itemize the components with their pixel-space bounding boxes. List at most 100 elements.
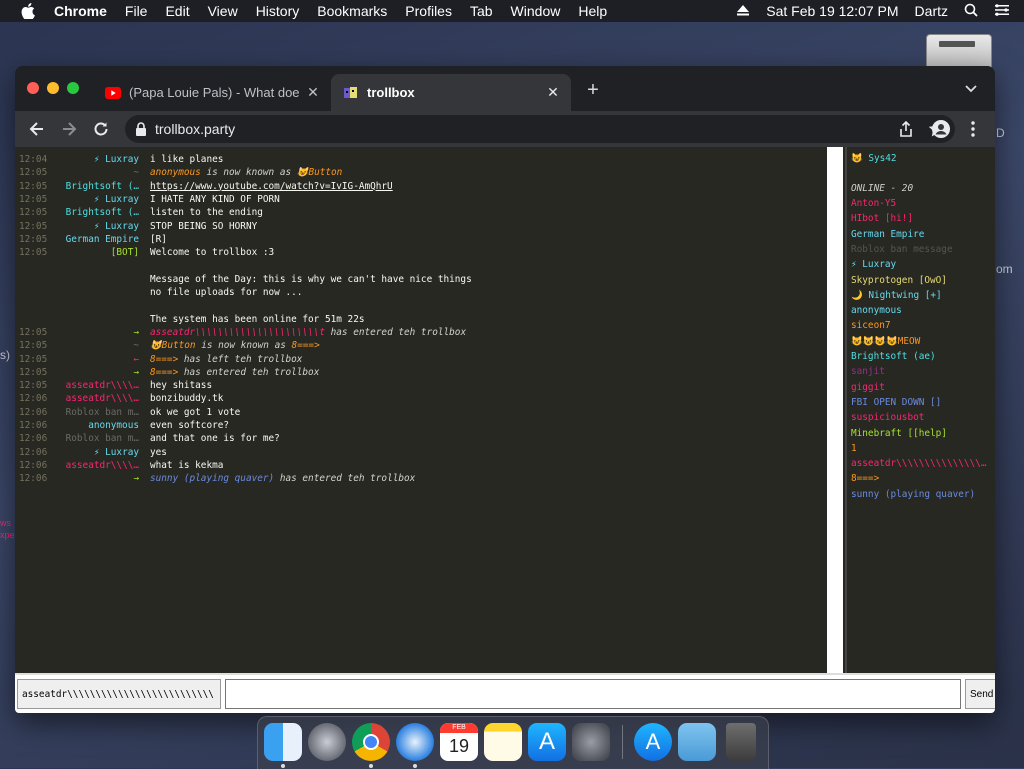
menu-file[interactable]: File [125, 3, 148, 19]
online-user[interactable]: 1 [851, 442, 991, 456]
chat-message-row: 12:06 Roblox ban m… and that one is for me… [15, 432, 827, 445]
downloads-folder-icon[interactable] [678, 723, 716, 761]
message-author[interactable]: ⚡ Luxray [55, 193, 139, 206]
minimize-window-button[interactable] [47, 82, 59, 94]
message-author[interactable]: ⚡ Luxray [55, 446, 139, 459]
menu-app-name[interactable]: Chrome [54, 3, 107, 19]
chat-log[interactable]: 12:04 ⚡ Luxray i like planes 12:05 ~ anonymou… [15, 147, 827, 673]
online-user[interactable]: asseatdr\\\\\\\\\\\\\\\\\\\\ [851, 457, 991, 471]
message-text: Message of the Day: this is why we can't… [150, 273, 472, 286]
online-user[interactable]: HIbot [hi!] [851, 212, 991, 226]
message-author[interactable]: Roblox ban m… [55, 406, 139, 419]
chrome-icon[interactable] [352, 723, 390, 761]
notes-icon[interactable] [484, 723, 522, 761]
message-author[interactable]: ⚡ Luxray [55, 220, 139, 233]
online-user[interactable]: Roblox ban message [851, 243, 991, 257]
trash-icon[interactable] [726, 723, 756, 761]
message-author[interactable]: German Empire [55, 233, 139, 246]
online-user[interactable]: anonymous [851, 304, 991, 318]
message-author[interactable]: asseatdr\\\\… [55, 379, 139, 392]
trollbox-icon [343, 86, 359, 100]
message-author[interactable]: → [55, 326, 139, 339]
app-store-icon[interactable]: A [634, 723, 672, 761]
message-link[interactable]: https://www.youtube.com/watch?v=IvIG-AmQ… [150, 181, 393, 192]
desktop-label-fragment: D [996, 126, 1005, 140]
message-author[interactable]: → [55, 472, 139, 485]
online-user[interactable]: German Empire [851, 228, 991, 242]
tab-title: (Papa Louie Pals) - What does [129, 85, 299, 100]
apple-icon[interactable] [20, 2, 36, 20]
message-author[interactable]: ← [55, 353, 139, 366]
message-author[interactable]: Roblox ban m… [55, 432, 139, 445]
online-user[interactable]: Brightsoft (ae) [851, 350, 991, 364]
online-user[interactable]: Minebraft [[help] [851, 427, 991, 441]
reload-button[interactable] [91, 119, 111, 139]
close-window-button[interactable] [27, 82, 39, 94]
message-text[interactable]: https://www.youtube.com/watch?v=IvIG-AmQ… [150, 180, 393, 193]
message-author[interactable]: Brightsoft (… [55, 180, 139, 193]
online-user[interactable]: sunny (playing quaver) [851, 488, 991, 502]
nickname-field[interactable]: asseatdr\\\\\\\\\\\\\\\\\\\\\\\\\\ [17, 679, 221, 709]
launchpad-icon[interactable] [308, 723, 346, 761]
user-name[interactable]: Dartz [915, 3, 948, 19]
url-text[interactable]: trollbox.party [155, 121, 235, 137]
eject-icon[interactable] [736, 3, 750, 19]
menu-bookmarks[interactable]: Bookmarks [317, 3, 387, 19]
lock-icon[interactable] [135, 122, 147, 136]
new-nickname: 8===> [291, 340, 320, 352]
online-user[interactable]: FBI OPEN DOWN [] [851, 396, 991, 410]
back-button[interactable] [27, 119, 47, 139]
message-author[interactable]: ⚡ Luxray [55, 153, 139, 166]
clock[interactable]: Sat Feb 19 12:07 PM [766, 3, 898, 19]
online-user[interactable]: suspiciousbot [851, 411, 991, 425]
close-tab-icon[interactable]: ✕ [305, 84, 321, 100]
finder-icon[interactable] [264, 723, 302, 761]
tab-youtube[interactable]: (Papa Louie Pals) - What does ✕ [95, 74, 331, 111]
system-preferences-icon[interactable] [572, 723, 610, 761]
message-author[interactable]: ~ [55, 339, 139, 352]
online-user[interactable]: siceon7 [851, 319, 991, 333]
more-menu-icon[interactable] [963, 119, 983, 139]
forward-button[interactable] [59, 119, 79, 139]
address-bar[interactable]: trollbox.party [125, 115, 955, 143]
spotlight-icon[interactable] [964, 3, 978, 20]
online-user[interactable]: 8===> [851, 472, 991, 486]
online-user[interactable]: sanjit [851, 365, 991, 379]
online-user[interactable]: 😺😺😺😺MEOW [851, 335, 991, 349]
message-author[interactable]: → [55, 366, 139, 379]
online-user[interactable]: Anton-Y5 [851, 197, 991, 211]
message-body: 8===> [150, 366, 179, 378]
zoom-window-button[interactable] [67, 82, 79, 94]
chat-scrollbar[interactable] [827, 147, 843, 673]
control-center-icon[interactable] [994, 3, 1010, 20]
message-author[interactable]: anonymous [55, 419, 139, 432]
share-icon[interactable] [899, 121, 913, 137]
menu-view[interactable]: View [208, 3, 238, 19]
send-button[interactable]: Send [965, 679, 995, 709]
profile-icon[interactable] [931, 119, 951, 139]
online-user[interactable]: giggit [851, 381, 991, 395]
tab-trollbox[interactable]: trollbox ✕ [331, 74, 571, 111]
menu-profiles[interactable]: Profiles [405, 3, 452, 19]
menu-edit[interactable]: Edit [165, 3, 189, 19]
online-user[interactable]: ⚡ Luxray [851, 258, 991, 272]
menu-window[interactable]: Window [511, 3, 561, 19]
calendar-icon[interactable]: FEB 19 [440, 723, 478, 761]
message-author[interactable]: ~ [55, 166, 139, 179]
safari-icon[interactable] [396, 723, 434, 761]
online-user[interactable]: 🌙 Nightwing [+] [851, 289, 991, 303]
message-author[interactable]: Brightsoft (… [55, 206, 139, 219]
menu-help[interactable]: Help [578, 3, 607, 19]
close-tab-icon[interactable]: ✕ [545, 84, 561, 100]
hard-drive-icon[interactable] [926, 34, 992, 70]
menu-tab[interactable]: Tab [470, 3, 493, 19]
menu-history[interactable]: History [256, 3, 300, 19]
app-store-icon[interactable]: A [528, 723, 566, 761]
online-user[interactable]: Skyprotogen [OwO] [851, 274, 991, 288]
message-author[interactable]: asseatdr\\\\… [55, 459, 139, 472]
message-input[interactable] [225, 679, 961, 709]
message-author[interactable]: asseatdr\\\\… [55, 392, 139, 405]
tab-search-icon[interactable] [963, 80, 979, 96]
new-tab-button[interactable]: + [583, 79, 603, 101]
message-author[interactable]: [BOT] [55, 246, 139, 259]
